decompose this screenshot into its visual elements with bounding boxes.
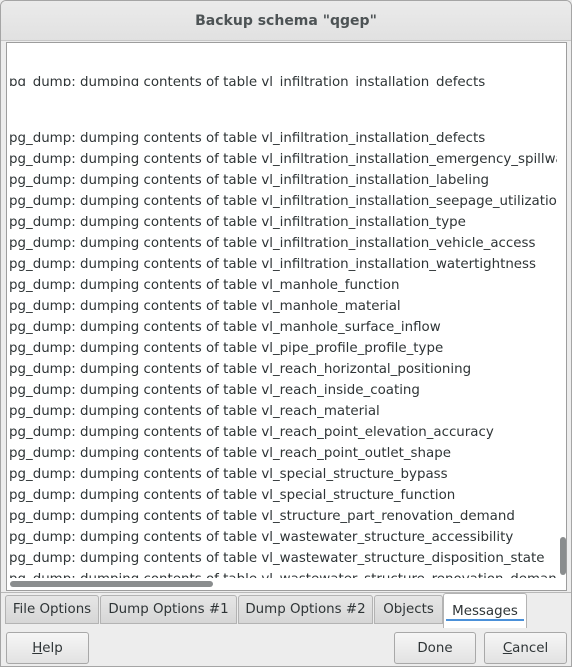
output-line: pg_dump: dumping contents of table vl_pi… bbox=[9, 341, 444, 356]
tab-dump-options-1[interactable]: Dump Options #1 bbox=[100, 595, 237, 624]
done-button-label: Done bbox=[417, 640, 453, 656]
tab-bar: File Options Dump Options #1 Dump Option… bbox=[1, 592, 571, 628]
output-line: pg_dump: dumping contents of table vl_in… bbox=[9, 257, 537, 272]
done-button[interactable]: Done bbox=[394, 632, 476, 664]
output-line: pg_dump: dumping contents of table vl_in… bbox=[9, 215, 466, 230]
horizontal-scrollbar-thumb[interactable] bbox=[10, 581, 213, 587]
output-line: pg_dump: dumping contents of table vl_sp… bbox=[9, 488, 456, 503]
tab-file-options[interactable]: File Options bbox=[5, 595, 99, 624]
output-line: pg_dump: dumping contents of table vl_re… bbox=[9, 425, 494, 440]
tab-messages[interactable]: Messages bbox=[443, 593, 527, 628]
scrollbar-corner bbox=[558, 578, 566, 590]
output-line: pg_dump: dumping contents of table vl_in… bbox=[9, 152, 557, 167]
horizontal-scrollbar[interactable] bbox=[7, 578, 558, 590]
output-line: pg_dump: dumping contents of table vl_in… bbox=[9, 131, 486, 146]
output-line: pg_dump: dumping contents of table vl_re… bbox=[9, 362, 472, 377]
vertical-scrollbar-thumb[interactable] bbox=[560, 537, 566, 575]
cancel-button-label-rest: ancel bbox=[512, 640, 549, 656]
output-line: pg_dump: dumping contents of table vl_re… bbox=[9, 404, 380, 419]
tab-dump-options-2[interactable]: Dump Options #2 bbox=[238, 595, 373, 624]
messages-output-panel[interactable]: pg_dump: dumping contents of table vl_in… bbox=[6, 42, 567, 591]
vertical-scrollbar[interactable] bbox=[558, 43, 566, 578]
messages-output-text: pg_dump: dumping contents of table vl_in… bbox=[9, 43, 557, 591]
cancel-button-mnemonic: C bbox=[502, 640, 513, 656]
output-line: pg_dump: dumping contents of table vl_sp… bbox=[9, 467, 448, 482]
help-button-mnemonic: H bbox=[32, 640, 43, 656]
output-line: pg_dump: dumping contents of table vl_re… bbox=[9, 446, 451, 461]
window-title: Backup schema "qgep" bbox=[195, 12, 377, 29]
cancel-button[interactable]: Cancel bbox=[484, 632, 567, 664]
output-line: pg_dump: dumping contents of table vl_ma… bbox=[9, 278, 400, 293]
output-line: pg_dump: dumping contents of table vl_wa… bbox=[9, 551, 545, 566]
output-line: pg_dump: dumping contents of table vl_wa… bbox=[9, 590, 557, 591]
output-line: pg_dump: dumping contents of table vl_wa… bbox=[9, 530, 514, 545]
output-line-partial: pg_dump: dumping contents of table vl_in… bbox=[9, 75, 486, 86]
output-line: pg_dump: dumping contents of table vl_st… bbox=[9, 509, 515, 524]
output-line: pg_dump: dumping contents of table vl_in… bbox=[9, 236, 536, 251]
backup-schema-dialog: Backup schema "qgep" pg_dump: dumping co… bbox=[0, 0, 572, 667]
output-line: pg_dump: dumping contents of table vl_in… bbox=[9, 173, 490, 188]
tab-objects[interactable]: Objects bbox=[374, 595, 443, 624]
output-line: pg_dump: dumping contents of table vl_ma… bbox=[9, 320, 441, 335]
output-line: pg_dump: dumping contents of table vl_in… bbox=[9, 194, 557, 209]
help-button[interactable]: Help bbox=[6, 632, 89, 664]
output-line: pg_dump: dumping contents of table vl_re… bbox=[9, 383, 420, 398]
title-bar[interactable]: Backup schema "qgep" bbox=[1, 1, 571, 41]
output-line: pg_dump: dumping contents of table vl_ma… bbox=[9, 299, 401, 314]
help-button-label-rest: elp bbox=[42, 640, 63, 656]
